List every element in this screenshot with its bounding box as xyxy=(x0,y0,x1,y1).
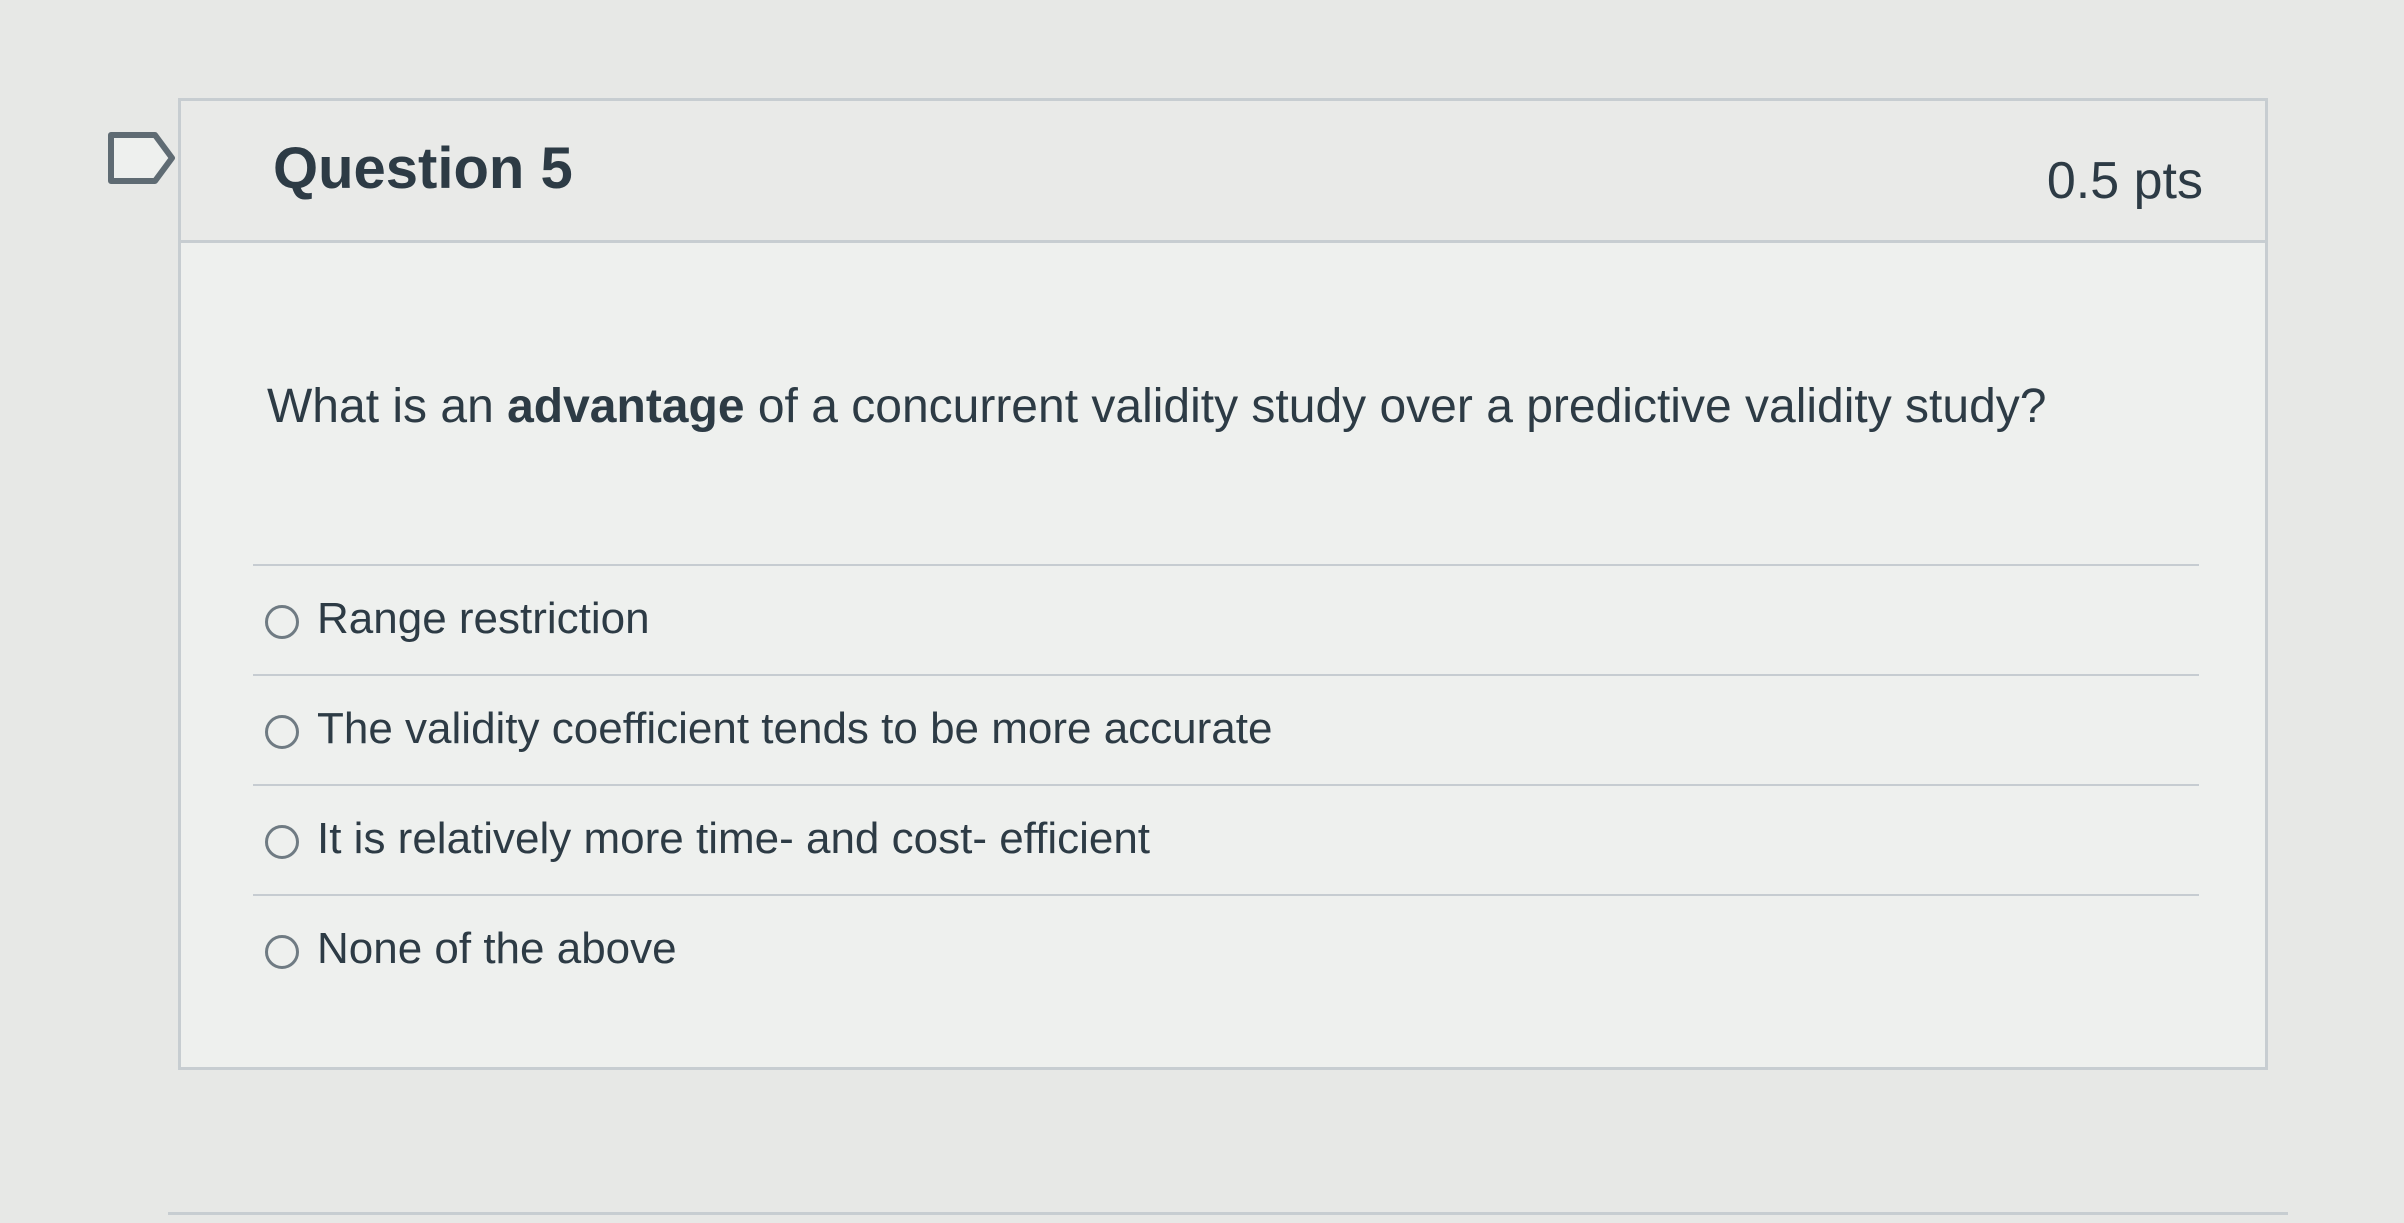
question-text-emphasis: advantage xyxy=(507,380,745,433)
answer-option[interactable]: It is relatively more time- and cost- ef… xyxy=(253,784,2199,894)
answer-label[interactable]: None of the above xyxy=(317,924,677,974)
next-question-card-edge xyxy=(168,1212,2288,1215)
answer-option[interactable]: The validity coefficient tends to be mor… xyxy=(253,674,2199,784)
question-text-before: What is an xyxy=(267,380,508,433)
radio-unchecked-icon[interactable] xyxy=(265,935,299,969)
question-card: Question 5 0.5 pts What is an advantage … xyxy=(178,98,2268,1070)
radio-unchecked-icon[interactable] xyxy=(265,715,299,749)
answer-option[interactable]: None of the above xyxy=(253,894,2199,1004)
answer-label[interactable]: It is relatively more time- and cost- ef… xyxy=(317,814,1150,864)
flag-outline-icon[interactable] xyxy=(106,130,178,186)
radio-unchecked-icon[interactable] xyxy=(265,605,299,639)
radio-unchecked-icon[interactable] xyxy=(265,825,299,859)
question-text-after: of a concurrent validity study over a pr… xyxy=(744,380,2047,433)
question-title: Question 5 xyxy=(273,136,573,201)
question-text: What is an advantage of a concurrent val… xyxy=(267,379,2046,434)
question-header: Question 5 0.5 pts xyxy=(181,101,2265,243)
answer-list: Range restriction The validity coefficie… xyxy=(253,564,2199,1004)
answer-label[interactable]: Range restriction xyxy=(317,594,650,644)
question-points: 0.5 pts xyxy=(2046,152,2203,210)
answer-label[interactable]: The validity coefficient tends to be mor… xyxy=(317,704,1272,754)
answer-option[interactable]: Range restriction xyxy=(253,564,2199,674)
